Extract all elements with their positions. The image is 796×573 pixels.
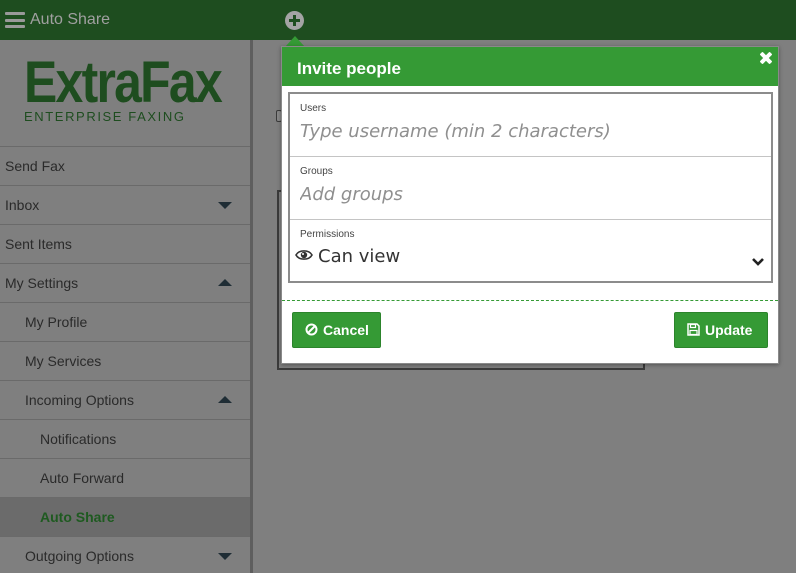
sidebar-item-label: Incoming Options — [25, 392, 134, 408]
dialog-header: Invite people — [282, 47, 778, 86]
permissions-label: Permissions — [300, 229, 355, 240]
page-title: Auto Share — [30, 11, 111, 28]
cancel-label: Cancel — [323, 322, 369, 338]
sidebar-item-notifications[interactable]: Notifications — [0, 419, 250, 458]
sidebar-item-label: Auto Share — [40, 509, 115, 525]
sidebar-item-my-profile[interactable]: My Profile — [0, 302, 250, 341]
update-label: Update — [705, 322, 753, 338]
sidebar-item-label: Inbox — [5, 197, 40, 213]
invite-form: Users Groups Permissions Can view — [288, 92, 773, 283]
sidebar-item-auto-share[interactable]: Auto Share — [0, 497, 250, 536]
sidebar-item-label: My Settings — [5, 275, 79, 291]
sidebar-item-incoming-options[interactable]: Incoming Options — [0, 380, 250, 419]
logo: ExtraFax ENTERPRISE FAXING — [24, 50, 234, 126]
eye-icon — [295, 250, 313, 260]
permissions-field: Permissions Can view — [290, 220, 771, 281]
close-icon[interactable] — [758, 50, 774, 66]
users-label: Users — [300, 103, 327, 114]
groups-input[interactable] — [300, 182, 760, 206]
users-input[interactable] — [300, 119, 760, 143]
sidebar-item-inbox[interactable]: Inbox — [0, 185, 250, 224]
invite-people-dialog: Invite people Users Groups Permissions C… — [281, 46, 779, 364]
caret-down-icon[interactable] — [218, 553, 232, 560]
sidebar-item-my-services[interactable]: My Services — [0, 341, 250, 380]
permissions-select[interactable]: Can view — [295, 245, 765, 275]
users-field: Users — [290, 94, 771, 157]
chevron-down-icon — [752, 258, 764, 266]
sidebar-item-label: Auto Forward — [40, 470, 125, 486]
sidebar-item-send-fax[interactable]: Send Fax — [0, 146, 250, 185]
sidebar-item-label: Notifications — [40, 431, 117, 447]
sidebar-divider — [250, 40, 253, 573]
update-button[interactable]: Update — [674, 312, 768, 348]
plus-circle-icon[interactable] — [285, 11, 304, 30]
sidebar-item-label: My Services — [25, 353, 102, 369]
sidebar-item-auto-forward[interactable]: Auto Forward — [0, 458, 250, 497]
save-icon — [687, 323, 700, 336]
dialog-divider — [282, 300, 778, 301]
cancel-button[interactable]: Cancel — [292, 312, 381, 348]
sidebar-nav: Send Fax Inbox Sent Items My Settings My… — [0, 146, 250, 573]
groups-label: Groups — [300, 166, 333, 177]
sidebar-item-outgoing-options[interactable]: Outgoing Options — [0, 536, 250, 573]
sidebar-item-label: Send Fax — [5, 158, 65, 174]
sidebar-item-label: Sent Items — [5, 236, 72, 252]
groups-field: Groups — [290, 157, 771, 220]
ban-icon — [305, 323, 318, 336]
sidebar-item-sent-items[interactable]: Sent Items — [0, 224, 250, 263]
sidebar-item-my-settings[interactable]: My Settings — [0, 263, 250, 302]
sidebar-item-label: My Profile — [25, 314, 88, 330]
caret-down-icon[interactable] — [218, 202, 232, 209]
caret-up-icon[interactable] — [218, 279, 232, 286]
hamburger-icon[interactable] — [5, 12, 25, 28]
dialog-title: Invite people — [297, 59, 401, 78]
permissions-value: Can view — [318, 246, 401, 267]
logo-wordmark: ExtraFax — [24, 50, 223, 115]
sidebar: ExtraFax ENTERPRISE FAXING Send Fax Inbo… — [0, 40, 250, 573]
top-bar: Auto Share — [0, 0, 796, 40]
sidebar-item-label: Outgoing Options — [25, 548, 134, 564]
caret-up-icon[interactable] — [218, 396, 232, 403]
